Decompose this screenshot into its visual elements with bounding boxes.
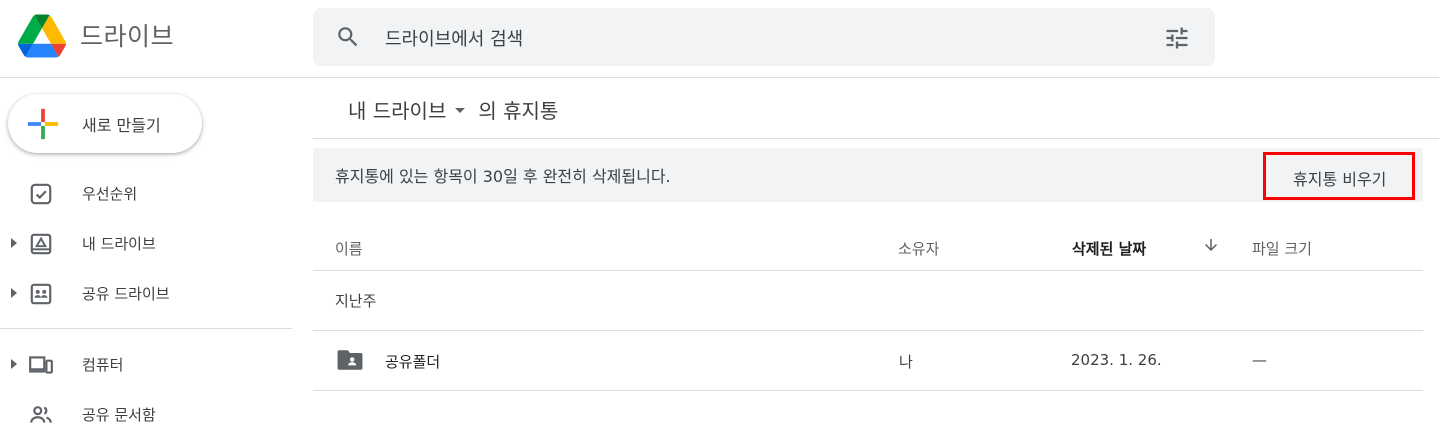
sidebar-item-label: 내 드라이브 [82,235,156,253]
empty-trash-label: 휴지통 비우기 [1293,170,1387,189]
search-input[interactable]: 드라이브에서 검색 [385,25,523,51]
search-bar[interactable]: 드라이브에서 검색 [313,8,1215,66]
column-header-deleted-date[interactable]: 삭제된 날짜 [1072,238,1146,259]
page-title-row: 내 드라이브 의 휴지통 [313,78,1439,139]
sidebar-item-my-drive[interactable]: 내 드라이브 [0,223,292,263]
group-label-last-week: 지난주 [335,292,377,310]
header-divider [313,270,1423,271]
sidebar-item-label: 컴퓨터 [82,356,124,374]
column-header-owner[interactable]: 소유자 [898,238,939,259]
top-header: 드라이브 드라이브에서 검색 [0,0,1439,78]
file-name: 공유폴더 [385,353,441,371]
file-size: — [1252,351,1267,369]
empty-trash-button[interactable]: 휴지통 비우기 [1263,152,1415,200]
my-drive-icon [30,233,52,255]
sidebar-item-shared-with-me[interactable]: 공유 문서함 [0,394,292,433]
expand-caret-icon[interactable] [10,358,18,370]
new-button[interactable]: 새로 만들기 [8,94,202,153]
sidebar-item-priority[interactable]: 우선순위 [0,173,292,213]
drive-logo-icon[interactable] [18,14,66,58]
sidebar-item-label: 공유 문서함 [82,406,156,424]
banner-message: 휴지통에 있는 항목이 30일 후 완전히 삭제됩니다. [335,167,671,186]
priority-check-icon [30,183,52,205]
expand-caret-icon[interactable] [10,237,18,249]
trash-info-banner: 휴지통에 있는 항목이 30일 후 완전히 삭제됩니다. 휴지통 비우기 [313,148,1423,202]
new-button-label: 새로 만들기 [82,116,161,135]
sidebar-item-label: 공유 드라이브 [82,285,170,303]
column-header-name[interactable]: 이름 [335,238,363,259]
file-deleted-date: 2023. 1. 26. [1071,351,1162,369]
row-divider [313,390,1423,391]
sidebar-item-computers[interactable]: 컴퓨터 [0,344,292,384]
sidebar-divider [0,328,292,329]
dropdown-arrow-icon[interactable] [452,102,468,118]
file-owner: 나 [899,353,913,371]
people-icon [30,406,52,423]
page-title: 의 휴지통 [478,99,559,123]
table-row[interactable]: 공유폴더 나 2023. 1. 26. — [313,331,1423,390]
breadcrumb: 내 드라이브 의 휴지통 [348,95,558,124]
breadcrumb-my-drive[interactable]: 내 드라이브 [348,95,446,124]
sort-arrow-down-icon[interactable] [1202,236,1220,254]
search-options-icon[interactable] [1163,24,1191,52]
expand-caret-icon[interactable] [10,287,18,299]
app-name: 드라이브 [80,22,175,51]
shared-drive-icon [30,283,52,305]
plus-icon [27,108,59,140]
search-icon[interactable] [335,24,361,50]
sidebar-item-shared-drives[interactable]: 공유 드라이브 [0,273,292,313]
computer-icon [29,356,53,374]
column-header-size[interactable]: 파일 크기 [1252,238,1312,259]
sidebar-item-label: 우선순위 [82,185,138,203]
shared-folder-icon [337,350,363,370]
